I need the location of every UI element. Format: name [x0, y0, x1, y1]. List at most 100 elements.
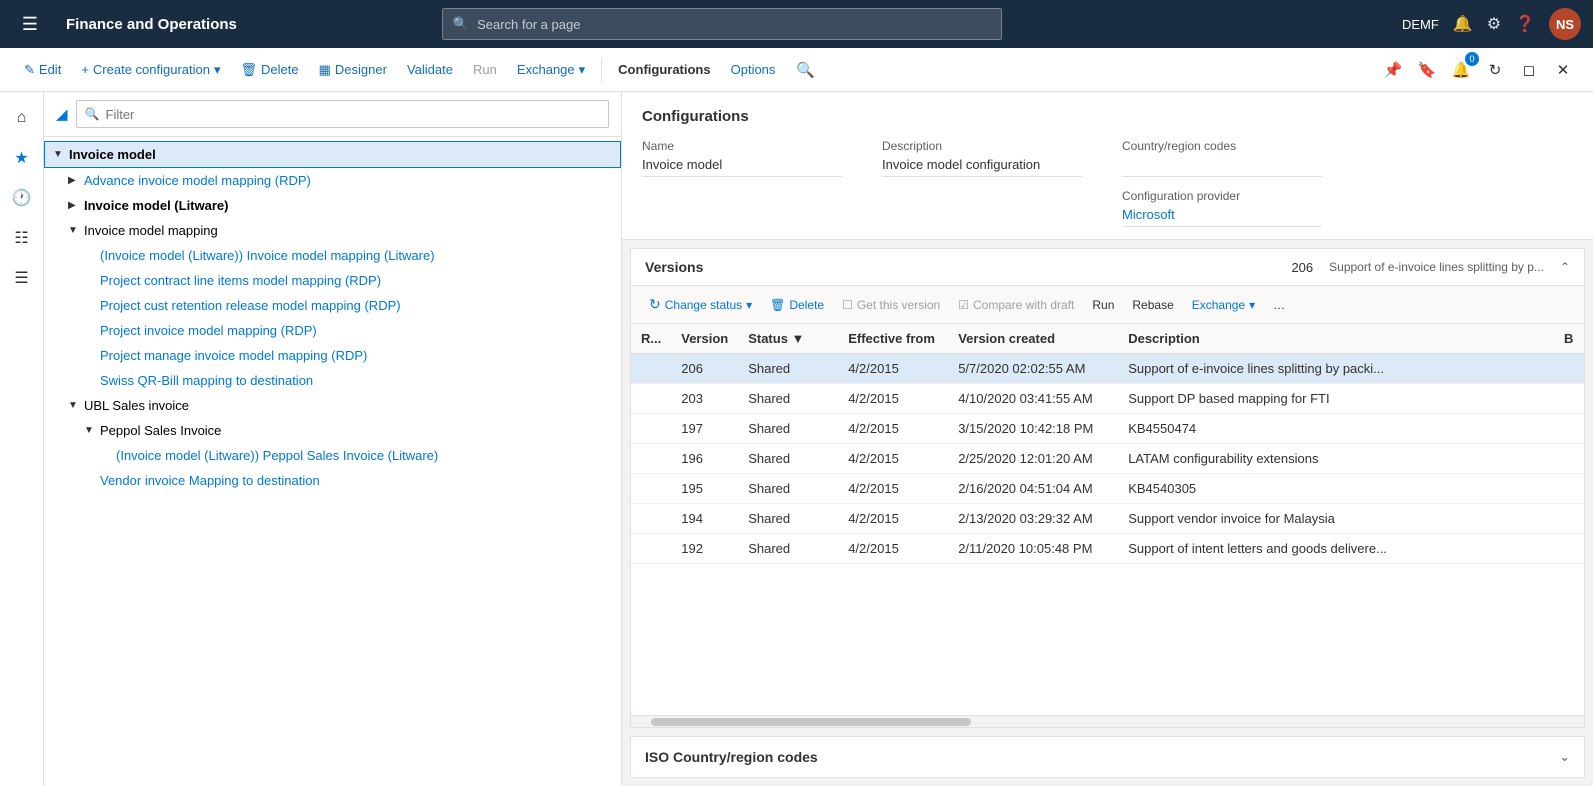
- expand-icon[interactable]: ◻: [1515, 56, 1543, 84]
- table-row[interactable]: 194Shared4/2/20152/13/2020 03:29:32 AMSu…: [631, 504, 1584, 534]
- compare-icon: ☑: [958, 298, 969, 312]
- table-cell: [1554, 534, 1584, 564]
- name-value: Invoice model: [642, 157, 842, 177]
- versions-delete-button[interactable]: 🗑 Delete: [762, 294, 832, 316]
- versions-collapse-icon[interactable]: ⌃: [1560, 260, 1570, 274]
- home-icon[interactable]: ⌂: [4, 100, 40, 136]
- tree-item-label: Project manage invoice model mapping (RD…: [100, 348, 367, 363]
- hamburger-menu-icon[interactable]: ☰: [12, 6, 48, 42]
- change-status-button[interactable]: ↻ Change status ▾: [641, 292, 760, 317]
- tree-item[interactable]: Project manage invoice model mapping (RD…: [44, 343, 621, 368]
- tree-item[interactable]: ▼Peppol Sales Invoice: [44, 418, 621, 443]
- table-cell: [631, 354, 671, 384]
- table-cell: 196: [671, 444, 738, 474]
- tree-item[interactable]: ▼Invoice model: [44, 141, 621, 168]
- table-header-row: R... Version Status ▼ Effective from Ver…: [631, 324, 1584, 354]
- table-row[interactable]: 197Shared4/2/20153/15/2020 10:42:18 PMKB…: [631, 414, 1584, 444]
- close-icon[interactable]: ✕: [1549, 56, 1577, 84]
- workspace-icon[interactable]: ☷: [4, 220, 40, 256]
- favorites-icon[interactable]: ★: [4, 140, 40, 176]
- provider-value[interactable]: Microsoft: [1122, 207, 1322, 227]
- tree-item-label: Project invoice model mapping (RDP): [100, 323, 317, 338]
- table-cell: 5/7/2020 02:02:55 AM: [948, 354, 1118, 384]
- table-row[interactable]: 196Shared4/2/20152/25/2020 12:01:20 AMLA…: [631, 444, 1584, 474]
- tree-item-label: (Invoice model (Litware)) Invoice model …: [100, 248, 435, 263]
- rebase-button[interactable]: Rebase: [1124, 294, 1181, 316]
- tree-container: ▼Invoice model▶Advance invoice model map…: [44, 137, 621, 786]
- bookmark-icon[interactable]: 🔖: [1413, 56, 1441, 84]
- iso-collapse-icon[interactable]: ⌄: [1559, 749, 1570, 765]
- versions-run-button[interactable]: Run: [1084, 294, 1122, 316]
- validate-button[interactable]: Validate: [399, 58, 461, 81]
- col-header-created[interactable]: Version created: [948, 324, 1118, 354]
- scrollbar-thumb[interactable]: [651, 718, 971, 726]
- exchange-button[interactable]: Exchange ▾: [509, 58, 593, 82]
- tree-item[interactable]: ▶Invoice model (Litware): [44, 193, 621, 218]
- table-cell: 2/13/2020 03:29:32 AM: [948, 504, 1118, 534]
- table-cell: 192: [671, 534, 738, 564]
- delete-button[interactable]: 🗑 Delete: [233, 58, 307, 82]
- tree-item[interactable]: ▼Invoice model mapping: [44, 218, 621, 243]
- pin-icon[interactable]: 📌: [1379, 56, 1407, 84]
- col-header-description[interactable]: Description: [1118, 324, 1554, 354]
- table-row[interactable]: 195Shared4/2/20152/16/2020 04:51:04 AMKB…: [631, 474, 1584, 504]
- designer-button[interactable]: ▦ Designer: [311, 58, 395, 82]
- table-cell: Shared: [738, 474, 838, 504]
- col-header-status[interactable]: Status ▼: [738, 324, 838, 354]
- col-header-effective[interactable]: Effective from: [838, 324, 948, 354]
- compare-draft-button[interactable]: ☑ Compare with draft: [950, 294, 1082, 316]
- table-cell: 4/2/2015: [838, 534, 948, 564]
- filter-input[interactable]: [106, 107, 601, 122]
- help-icon[interactable]: ❓: [1515, 14, 1535, 34]
- tree-item[interactable]: ▼UBL Sales invoice: [44, 393, 621, 418]
- expand-icon: ▼: [68, 225, 84, 236]
- table-cell: Shared: [738, 504, 838, 534]
- main-toolbar: ✎ Edit + Create configuration ▾ 🗑 Delete…: [0, 48, 1593, 92]
- edit-button[interactable]: ✎ Edit: [16, 58, 69, 82]
- tree-item[interactable]: Project contract line items model mappin…: [44, 268, 621, 293]
- tree-item[interactable]: Vendor invoice Mapping to destination: [44, 468, 621, 493]
- list-icon[interactable]: ☰: [4, 260, 40, 296]
- alert-badge: 0: [1465, 52, 1479, 66]
- exchange-dropdown-icon: ▾: [579, 62, 586, 78]
- options-tab[interactable]: Options: [723, 58, 784, 81]
- expand-icon: ▶: [68, 175, 84, 186]
- refresh-icon[interactable]: ↻: [1481, 56, 1509, 84]
- table-row[interactable]: 192Shared4/2/20152/11/2020 10:05:48 PMSu…: [631, 534, 1584, 564]
- tree-item[interactable]: (Invoice model (Litware)) Peppol Sales I…: [44, 443, 621, 468]
- get-version-button[interactable]: ☐ Get this version: [834, 294, 948, 316]
- search-input[interactable]: [477, 17, 991, 32]
- change-status-icon: ↻: [649, 296, 661, 313]
- configurations-tab[interactable]: Configurations: [610, 58, 718, 81]
- tree-item[interactable]: (Invoice model (Litware)) Invoice model …: [44, 243, 621, 268]
- create-config-button[interactable]: + Create configuration ▾: [73, 58, 228, 82]
- right-panel: Configurations Name Invoice model Descri…: [622, 92, 1593, 786]
- table-cell: 194: [671, 504, 738, 534]
- table-row[interactable]: 206Shared4/2/20155/7/2020 02:02:55 AMSup…: [631, 354, 1584, 384]
- provider-label: Configuration provider: [1122, 189, 1322, 203]
- run-button[interactable]: Run: [465, 58, 505, 81]
- more-options-button[interactable]: …: [1265, 294, 1293, 316]
- recent-icon[interactable]: 🕐: [4, 180, 40, 216]
- search-toolbar-icon[interactable]: 🔍: [791, 56, 819, 84]
- notification-icon[interactable]: 🔔: [1453, 14, 1473, 34]
- country-label: Country/region codes: [1122, 139, 1322, 153]
- search-box: 🔍: [442, 8, 1002, 40]
- table-cell: Shared: [738, 444, 838, 474]
- versions-exchange-button[interactable]: Exchange ▾: [1184, 294, 1263, 316]
- status-filter-icon[interactable]: ▼: [792, 331, 805, 346]
- country-value: [1122, 157, 1322, 177]
- user-avatar[interactable]: NS: [1549, 8, 1581, 40]
- table-row[interactable]: 203Shared4/2/20154/10/2020 03:41:55 AMSu…: [631, 384, 1584, 414]
- horizontal-scrollbar[interactable]: [631, 715, 1584, 727]
- config-name-field: Name Invoice model: [642, 139, 842, 227]
- settings-icon[interactable]: ⚙: [1487, 14, 1501, 34]
- tree-item[interactable]: Swiss QR-Bill mapping to destination: [44, 368, 621, 393]
- table-cell: 2/11/2020 10:05:48 PM: [948, 534, 1118, 564]
- col-header-version[interactable]: Version: [671, 324, 738, 354]
- table-cell: 206: [671, 354, 738, 384]
- tree-item[interactable]: Project cust retention release model map…: [44, 293, 621, 318]
- tree-item[interactable]: ▶Advance invoice model mapping (RDP): [44, 168, 621, 193]
- tree-item[interactable]: Project invoice model mapping (RDP): [44, 318, 621, 343]
- tree-item-label: Project contract line items model mappin…: [100, 273, 381, 288]
